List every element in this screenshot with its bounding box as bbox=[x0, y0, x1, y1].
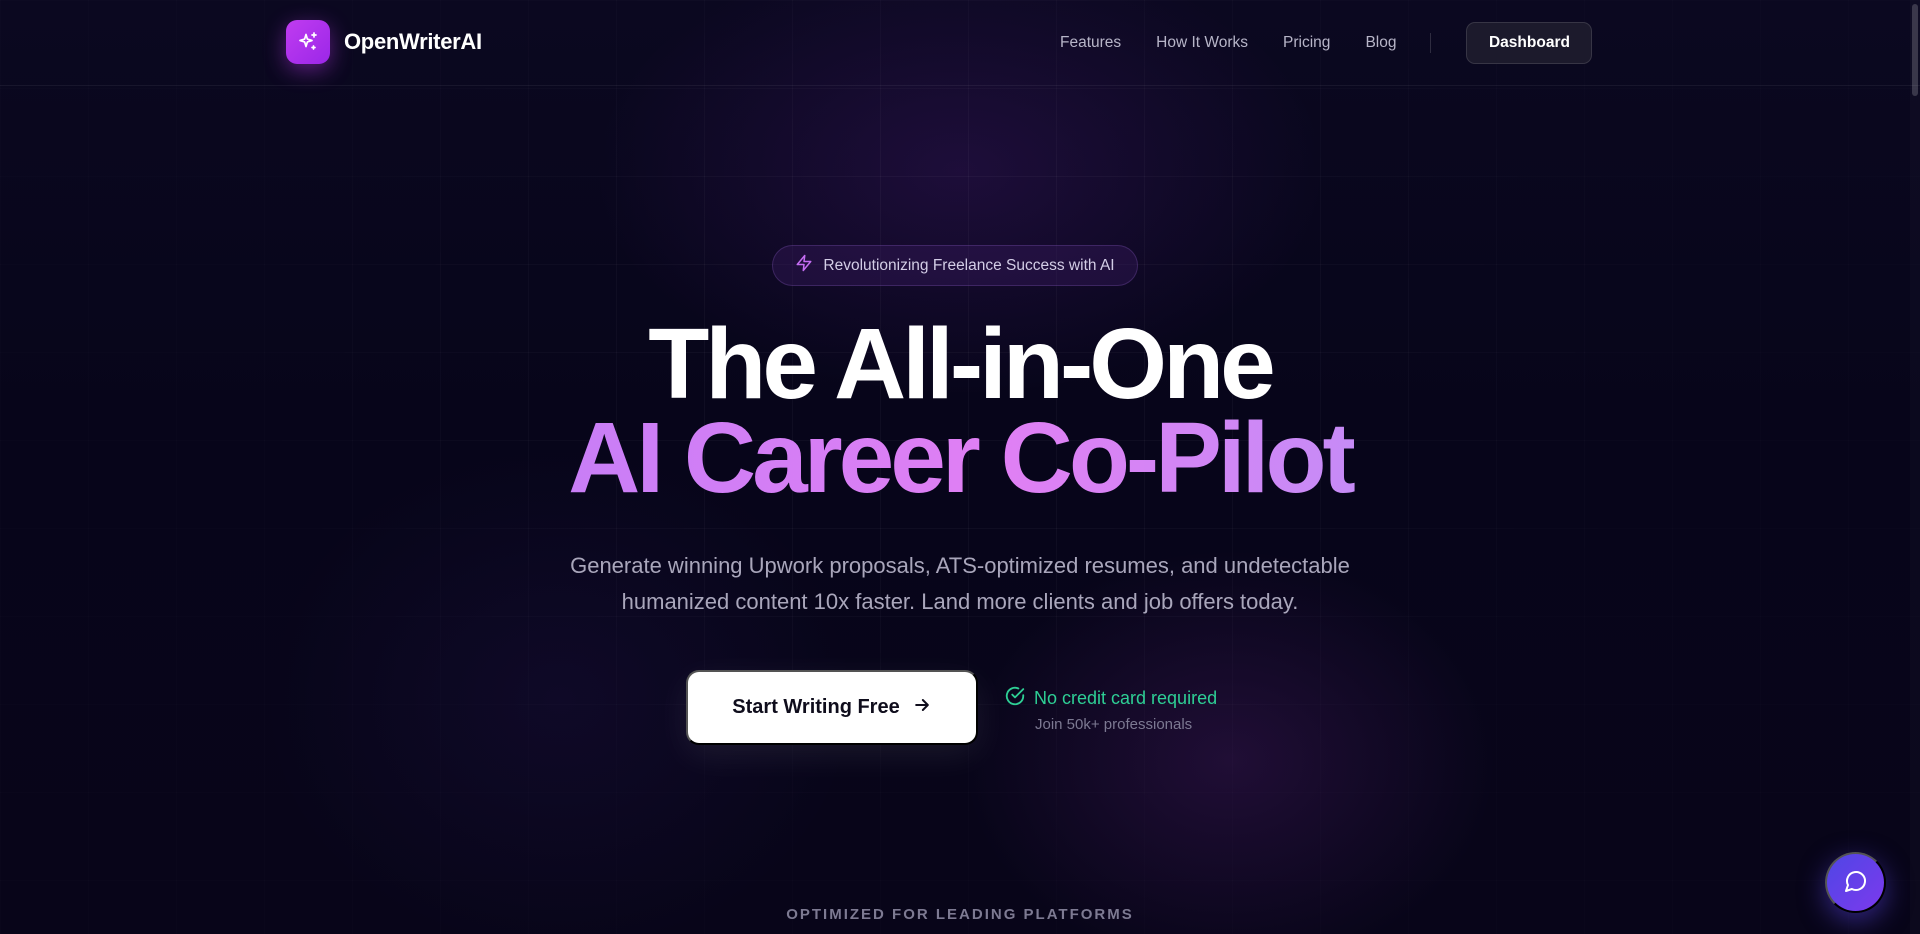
hero-badge-text: Revolutionizing Freelance Success with A… bbox=[823, 256, 1115, 274]
arrow-right-icon bbox=[912, 695, 932, 721]
page-scrollbar[interactable] bbox=[1910, 0, 1920, 934]
dashboard-button[interactable]: Dashboard bbox=[1466, 22, 1593, 64]
nav-link-blog[interactable]: Blog bbox=[1365, 34, 1396, 52]
nav-divider bbox=[1430, 33, 1432, 53]
chat-bubble-icon bbox=[1844, 869, 1868, 896]
nav-link-pricing[interactable]: Pricing bbox=[1283, 34, 1330, 52]
navbar: OpenWriterAI Features How It Works Prici… bbox=[0, 0, 1920, 86]
trust-title: No credit card required bbox=[1034, 688, 1218, 708]
brand-name: OpenWriterAI bbox=[344, 29, 482, 54]
hero-subtitle-line1: Generate winning Upwork proposals, ATS-o… bbox=[570, 553, 1350, 578]
scrollbar-thumb[interactable] bbox=[1912, 4, 1918, 96]
hero-title-line2: AI Career Co-Pilot bbox=[0, 408, 1920, 508]
hero-title-line1: The All-in-One bbox=[648, 308, 1276, 420]
nav-link-features[interactable]: Features bbox=[1060, 34, 1121, 52]
sparkles-icon bbox=[286, 20, 330, 64]
zap-icon bbox=[795, 254, 813, 277]
main-nav: Features How It Works Pricing Blog Dashb… bbox=[1060, 22, 1593, 64]
nav-link-how-it-works[interactable]: How It Works bbox=[1156, 34, 1248, 52]
trust-subtext: Join 50k+ professionals bbox=[1035, 716, 1193, 733]
start-writing-button[interactable]: Start Writing Free bbox=[686, 670, 978, 745]
trust-note: No credit card required Join 50k+ profes… bbox=[1004, 685, 1217, 733]
start-writing-label: Start Writing Free bbox=[732, 696, 900, 718]
hero-subtitle-line2: humanized content 10x faster. Land more … bbox=[621, 589, 1299, 614]
check-circle-icon bbox=[1004, 685, 1026, 712]
brand-logo[interactable]: OpenWriterAI bbox=[286, 20, 482, 64]
hero-title: The All-in-One AI Career Co-Pilot bbox=[0, 308, 1920, 508]
platforms-heading: OPTIMIZED FOR LEADING PLATFORMS bbox=[786, 906, 1134, 923]
chat-launcher-button[interactable] bbox=[1825, 852, 1886, 913]
hero-badge: Revolutionizing Freelance Success with A… bbox=[772, 245, 1138, 286]
hero-subtitle: Generate winning Upwork proposals, ATS-o… bbox=[0, 548, 1920, 620]
landing-page: OpenWriterAI Features How It Works Prici… bbox=[0, 0, 1920, 934]
